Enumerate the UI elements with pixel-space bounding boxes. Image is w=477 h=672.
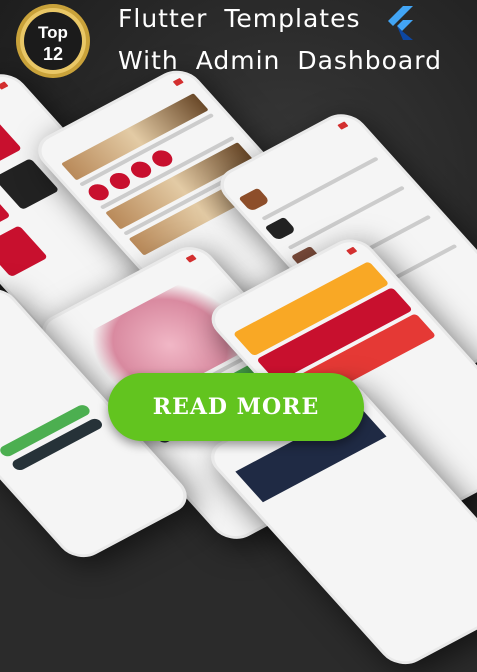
flutter-logo-icon [388, 6, 413, 40]
category-tile [0, 225, 49, 278]
badge-top-text: Top [38, 23, 68, 42]
headline-line-2: With Admin Dashboard [118, 46, 442, 75]
read-more-button[interactable]: READ MORE [108, 373, 364, 441]
category-tile [0, 116, 23, 169]
top-12-badge: Top 12 [16, 4, 90, 78]
badge-number: 12 [43, 44, 63, 64]
bag-thumb [264, 216, 297, 241]
headline-line-1: Flutter Templates [118, 4, 361, 33]
